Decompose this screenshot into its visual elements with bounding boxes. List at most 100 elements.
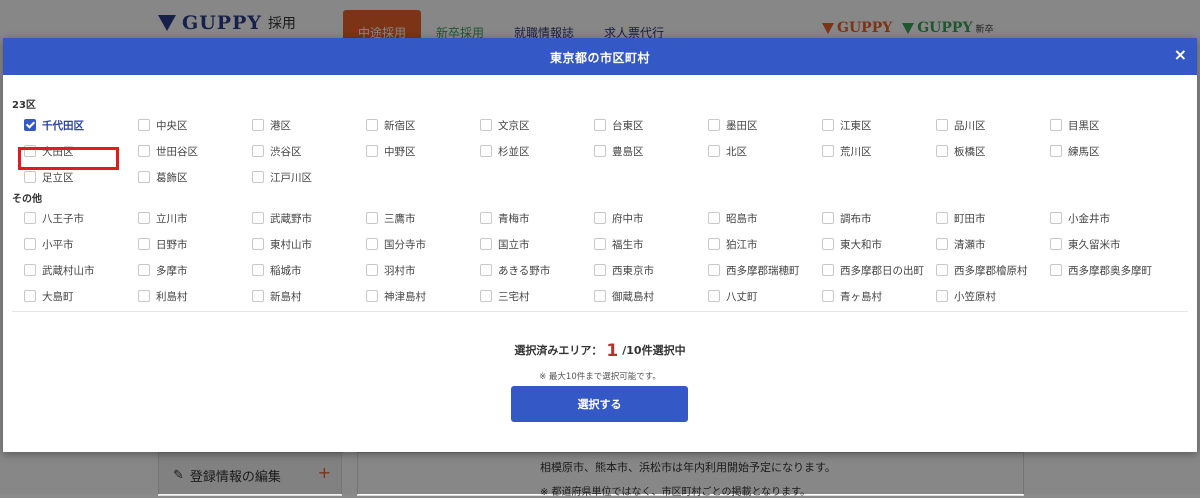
area-option[interactable]: 小笠原村 [936, 286, 996, 306]
checkbox[interactable] [1050, 145, 1062, 157]
checkbox[interactable] [936, 290, 948, 302]
area-option[interactable]: 調布市 [822, 208, 872, 228]
area-option[interactable]: 小平市 [24, 234, 74, 254]
checkbox[interactable] [594, 119, 606, 131]
checkbox[interactable] [936, 119, 948, 131]
checkbox[interactable] [708, 145, 720, 157]
area-option[interactable]: 足立区 [24, 167, 74, 187]
area-option[interactable]: 板橋区 [936, 141, 986, 161]
area-option[interactable]: 新宿区 [366, 115, 416, 135]
area-option[interactable]: 東村山市 [252, 234, 312, 254]
checkbox[interactable] [936, 145, 948, 157]
checkbox[interactable] [366, 119, 378, 131]
area-option[interactable]: 国分寺市 [366, 234, 426, 254]
checkbox[interactable] [936, 212, 948, 224]
area-option[interactable]: 福生市 [594, 234, 644, 254]
checkbox[interactable] [480, 238, 492, 250]
close-icon[interactable]: × [1174, 46, 1187, 64]
area-option[interactable]: 清瀬市 [936, 234, 986, 254]
area-option[interactable]: 日野市 [138, 234, 188, 254]
area-option[interactable]: 中央区 [138, 115, 188, 135]
select-button[interactable]: 選択する [511, 386, 688, 422]
checkbox[interactable] [138, 145, 150, 157]
checkbox[interactable] [24, 212, 36, 224]
checkbox[interactable] [366, 212, 378, 224]
checkbox[interactable] [594, 145, 606, 157]
area-option[interactable]: 台東区 [594, 115, 644, 135]
checkbox[interactable] [822, 264, 834, 276]
checkbox[interactable] [366, 238, 378, 250]
checkbox[interactable] [594, 212, 606, 224]
checkbox[interactable] [822, 119, 834, 131]
area-option[interactable]: 練馬区 [1050, 141, 1100, 161]
area-option[interactable]: 御蔵島村 [594, 286, 654, 306]
checkbox[interactable] [252, 212, 264, 224]
checkbox[interactable] [24, 238, 36, 250]
checkbox[interactable] [1050, 119, 1062, 131]
checkbox[interactable] [480, 145, 492, 157]
checkbox[interactable] [366, 145, 378, 157]
area-option[interactable]: 渋谷区 [252, 141, 302, 161]
area-option[interactable]: 神津島村 [366, 286, 426, 306]
checkbox[interactable] [594, 238, 606, 250]
area-option[interactable]: 昭島市 [708, 208, 758, 228]
checkbox[interactable] [252, 119, 264, 131]
checkbox[interactable] [366, 264, 378, 276]
checkbox[interactable] [822, 238, 834, 250]
checkbox[interactable] [138, 290, 150, 302]
area-option[interactable]: 中野区 [366, 141, 416, 161]
checkbox[interactable] [480, 212, 492, 224]
area-option[interactable]: 新島村 [252, 286, 302, 306]
checkbox[interactable] [822, 212, 834, 224]
area-option[interactable]: 西多摩郡奥多摩町 [1050, 260, 1152, 280]
area-option[interactable]: 西多摩郡檜原村 [936, 260, 1028, 280]
checkbox[interactable] [24, 290, 36, 302]
checkbox[interactable] [936, 238, 948, 250]
area-option[interactable]: 武蔵村山市 [24, 260, 95, 280]
area-option[interactable]: あきる野市 [480, 260, 550, 280]
checkbox[interactable] [1050, 212, 1062, 224]
area-option[interactable]: 千代田区 [24, 115, 84, 135]
area-option[interactable]: 国立市 [480, 234, 530, 254]
area-option[interactable]: 府中市 [594, 208, 644, 228]
checkbox[interactable] [708, 212, 720, 224]
area-option[interactable]: 杉並区 [480, 141, 530, 161]
area-option[interactable]: 西東京市 [594, 260, 654, 280]
area-option[interactable]: 東久留米市 [1050, 234, 1121, 254]
area-option[interactable]: 西多摩郡日の出町 [822, 260, 924, 280]
area-option[interactable]: 葛飾区 [138, 167, 188, 187]
area-option[interactable]: 江戸川区 [252, 167, 312, 187]
checkbox[interactable] [936, 264, 948, 276]
checkbox[interactable] [594, 290, 606, 302]
area-option[interactable]: 青梅市 [480, 208, 530, 228]
area-option[interactable]: 品川区 [936, 115, 986, 135]
area-option[interactable]: 西多摩郡瑞穂町 [708, 260, 800, 280]
checkbox[interactable] [252, 264, 264, 276]
area-option[interactable]: 北区 [708, 141, 747, 161]
checkbox[interactable] [708, 238, 720, 250]
area-option[interactable]: 武蔵野市 [252, 208, 312, 228]
area-option[interactable]: 利島村 [138, 286, 188, 306]
checkbox[interactable] [138, 171, 150, 183]
area-option[interactable]: 東大和市 [822, 234, 882, 254]
area-option[interactable]: 江東区 [822, 115, 872, 135]
checkbox[interactable] [708, 290, 720, 302]
checkbox[interactable] [138, 264, 150, 276]
area-option[interactable]: 羽村市 [366, 260, 416, 280]
checkbox[interactable] [252, 290, 264, 302]
area-option[interactable]: 稲城市 [252, 260, 302, 280]
area-option[interactable]: 三鷹市 [366, 208, 416, 228]
area-option[interactable]: 世田谷区 [138, 141, 198, 161]
area-option[interactable]: 港区 [252, 115, 291, 135]
area-option[interactable]: 目黒区 [1050, 115, 1100, 135]
checkbox[interactable] [252, 171, 264, 183]
checkbox[interactable] [822, 290, 834, 302]
area-option[interactable]: 町田市 [936, 208, 986, 228]
area-option[interactable]: 大島町 [24, 286, 74, 306]
checkbox[interactable] [138, 212, 150, 224]
area-option[interactable]: 多摩市 [138, 260, 188, 280]
area-option[interactable]: 八丈町 [708, 286, 758, 306]
area-option[interactable]: 荒川区 [822, 141, 872, 161]
checkbox[interactable] [24, 264, 36, 276]
checkbox[interactable] [1050, 238, 1062, 250]
